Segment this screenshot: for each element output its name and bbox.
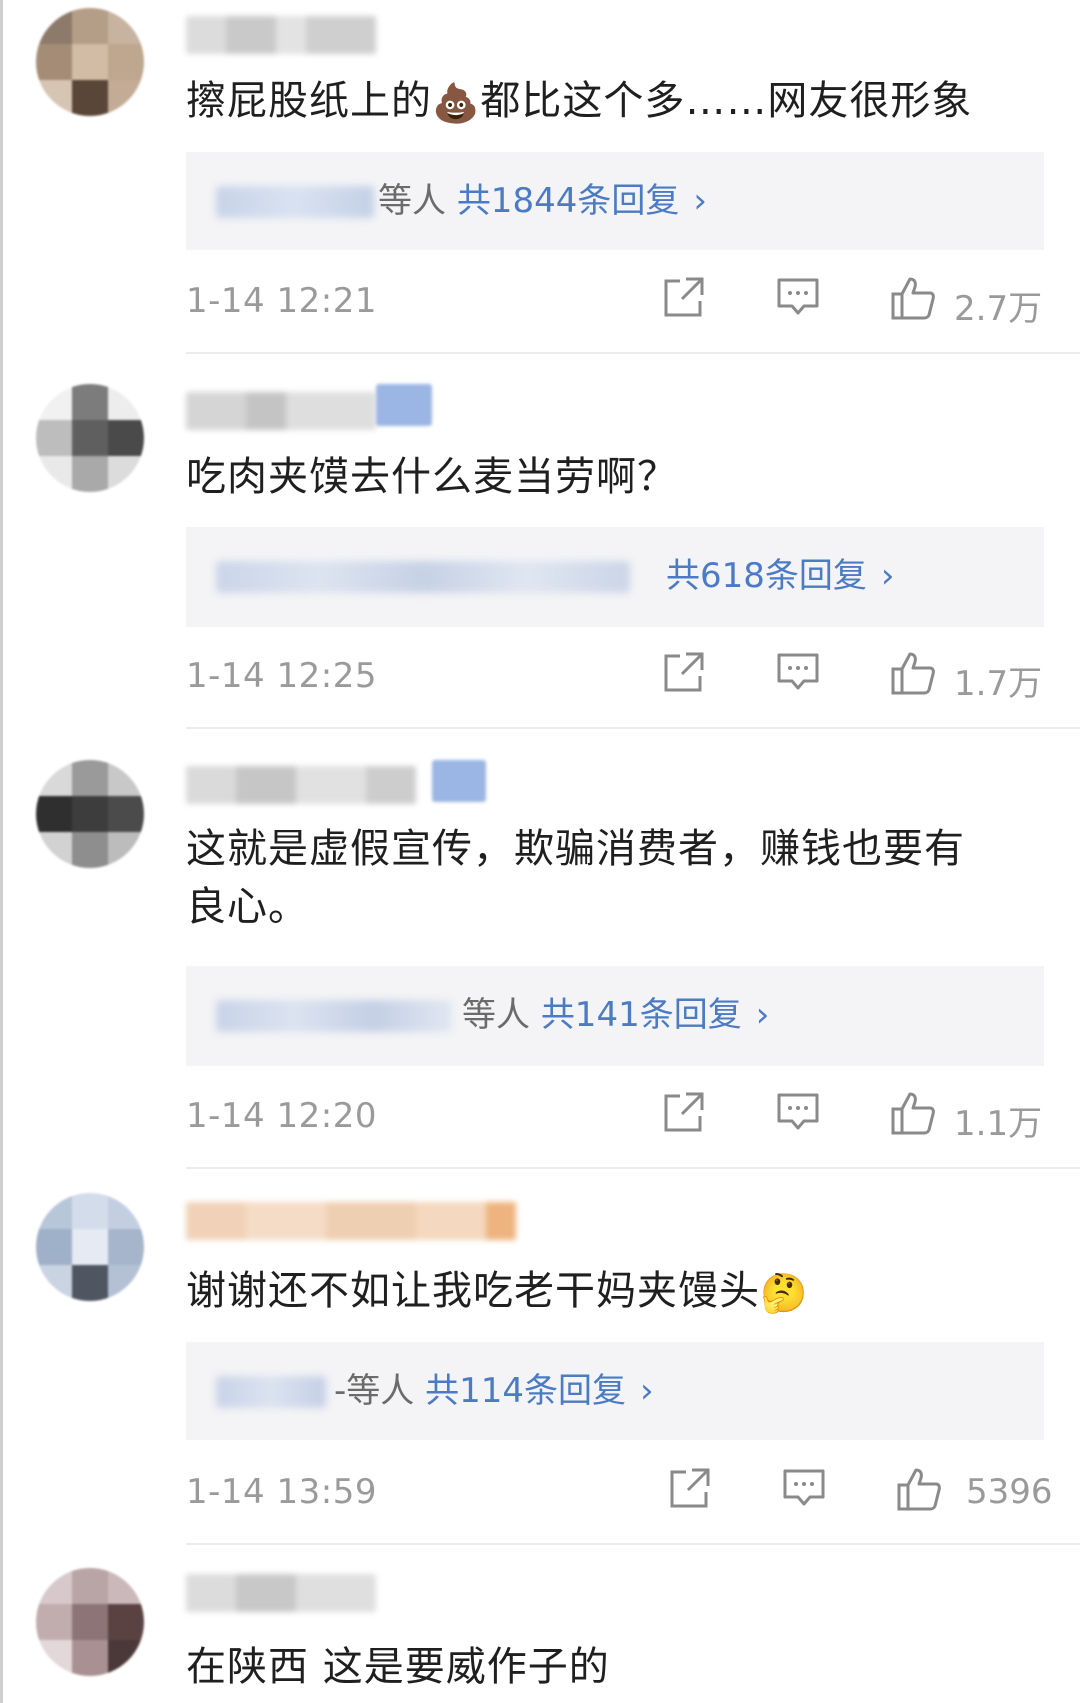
chevron-right-icon: › (640, 1371, 654, 1411)
thinking-face-emoji-icon: 🤔 (760, 1271, 809, 1315)
user-badge (432, 760, 486, 802)
reply-suffix: -等人 (334, 1371, 415, 1411)
comment-meta: 1-14 13:59 5396 (186, 1466, 1053, 1520)
comment-text: 谢谢还不如让我吃老干妈夹馒头🤔 (186, 1268, 809, 1315)
like-count: 2.7万 (954, 289, 1043, 329)
comment-meta: 1-14 12:20 1.1万 (186, 1090, 1044, 1144)
comment-text-line: 这就是虚假宣传，欺骗消费者，赚钱也要有 (186, 826, 965, 872)
reply-count-link[interactable]: 共114条回复 (425, 1371, 626, 1411)
avatar[interactable] (36, 384, 144, 492)
like-icon[interactable] (890, 1090, 936, 1144)
chevron-right-icon: › (755, 995, 770, 1035)
comment-icon[interactable] (776, 1090, 820, 1144)
reply-users-blurred (216, 186, 374, 218)
chevron-right-icon: › (880, 556, 895, 596)
divider (186, 1543, 1080, 1545)
reply-users-blurred (216, 1376, 326, 1408)
username-blurred[interactable] (186, 1574, 376, 1612)
comment-icon[interactable] (782, 1466, 826, 1520)
reply-summary[interactable]: 共618条回复 › (186, 527, 1044, 627)
like-icon[interactable] (890, 650, 936, 704)
reply-users-blurred (216, 561, 630, 593)
share-icon[interactable] (662, 275, 706, 329)
like-count: 1.1万 (954, 1104, 1043, 1144)
timestamp: 1-14 13:59 (186, 1472, 377, 1512)
reply-count-link[interactable]: 共1844条回复 (457, 181, 680, 221)
screen-edge (0, 0, 3, 1703)
comment-meta: 1-14 12:21 2.7万 (186, 275, 1044, 329)
user-badge (376, 384, 432, 426)
chevron-right-icon: › (693, 181, 707, 221)
divider (186, 1167, 1080, 1169)
username-blurred[interactable] (186, 392, 376, 430)
comment-text: 擦屁股纸上的💩都比这个多……网友很形象 (186, 78, 973, 125)
reply-suffix: 等人 (378, 181, 446, 221)
reply-summary[interactable]: 等人 共141条回复 › (186, 966, 1044, 1066)
poop-emoji-icon: 💩 (432, 81, 481, 125)
share-icon[interactable] (662, 1090, 706, 1144)
like-icon[interactable] (896, 1466, 942, 1520)
username-blurred[interactable] (186, 766, 416, 804)
divider (186, 727, 1080, 729)
comment-text: 吃肉夹馍去什么麦当劳啊？ (186, 454, 678, 500)
like-icon[interactable] (890, 275, 936, 329)
share-icon[interactable] (662, 650, 706, 704)
timestamp: 1-14 12:25 (186, 656, 377, 696)
comment-meta: 1-14 12:25 1.7万 (186, 650, 1044, 704)
avatar[interactable] (36, 8, 144, 116)
timestamp: 1-14 12:21 (186, 281, 377, 321)
timestamp: 1-14 12:20 (186, 1096, 377, 1136)
comment-text-line: 良心。 (186, 884, 309, 930)
avatar[interactable] (36, 760, 144, 868)
comment-text: 这就是虚假宣传，欺骗消费者，赚钱也要有 良心。 (186, 820, 1046, 936)
share-icon[interactable] (668, 1466, 712, 1520)
reply-suffix: 等人 (462, 995, 530, 1035)
reply-summary[interactable]: 等人 共1844条回复 › (186, 152, 1044, 250)
comment-icon[interactable] (776, 275, 820, 329)
reply-count-link[interactable]: 共618条回复 (666, 556, 867, 596)
like-count: 1.7万 (954, 664, 1043, 704)
username-blurred[interactable] (186, 1202, 516, 1240)
comment-text: 在陕西 这是要威作子的 (186, 1644, 610, 1690)
divider (186, 352, 1080, 354)
avatar[interactable] (36, 1568, 144, 1676)
reply-summary[interactable]: -等人 共114条回复 › (186, 1342, 1044, 1440)
avatar[interactable] (36, 1193, 144, 1301)
username-blurred[interactable] (186, 16, 376, 54)
comment-icon[interactable] (776, 650, 820, 704)
reply-count-link[interactable]: 共141条回复 (541, 995, 742, 1035)
like-count: 5396 (966, 1472, 1053, 1512)
reply-users-blurred (216, 1000, 452, 1032)
